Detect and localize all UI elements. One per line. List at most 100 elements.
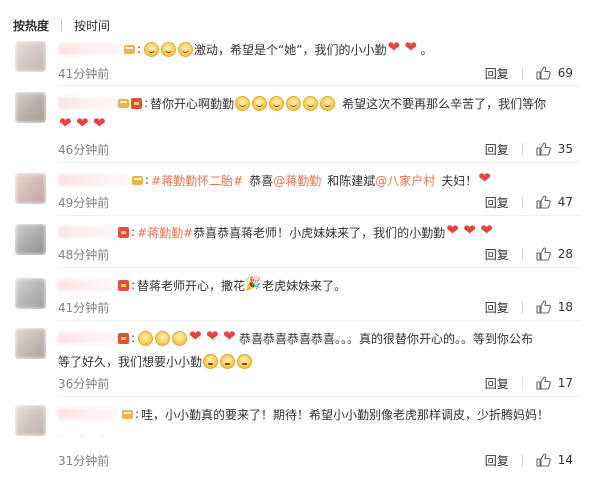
crying-emoji-icon: [138, 330, 154, 346]
comment-divider: [58, 396, 581, 397]
comment-divider: [58, 215, 581, 216]
thumbs-up-icon: [536, 142, 551, 156]
thinking-emoji-icon: [237, 353, 253, 369]
vip-badge-icon: [124, 44, 135, 54]
comment-text: 替蒋老师开心，撒花: [137, 278, 246, 293]
comment-text: 恭喜: [249, 173, 274, 188]
crying-emoji-icon: [172, 330, 188, 346]
comment-time: 41分钟前: [58, 66, 110, 81]
reply-button[interactable]: 回复: [485, 452, 509, 469]
comment-time: 41分钟前: [58, 300, 110, 315]
crying-emoji-icon: [252, 95, 268, 111]
vip-badge-icon: [118, 98, 129, 108]
crying-emoji-icon: [286, 95, 302, 111]
like-count: 14: [557, 453, 573, 467]
thumbs-up-icon: [536, 195, 551, 209]
like-count: 69: [557, 66, 573, 80]
fan-badge-icon: [118, 279, 129, 291]
crying-emoji-icon: [235, 95, 251, 111]
thumbs-up-icon: [536, 247, 551, 261]
thumbs-up-icon: [536, 300, 551, 314]
heart-emoji-icon: [76, 116, 91, 132]
reply-button[interactable]: 回复: [485, 246, 509, 263]
heart-emoji-icon: [223, 329, 238, 345]
heart-emoji-icon: [206, 329, 221, 345]
like-count: 47: [557, 195, 573, 209]
like-count: 35: [557, 142, 573, 156]
comment-text: 希望这次不要再那么辛苦了，我们等你: [342, 96, 547, 111]
username[interactable]: [58, 97, 114, 109]
username[interactable]: [58, 43, 120, 55]
like-button[interactable]: 18: [536, 300, 573, 314]
username[interactable]: [58, 226, 114, 238]
vip-badge-icon: [132, 175, 143, 185]
username[interactable]: [58, 332, 114, 344]
comment-text: 恭喜恭喜恭喜恭喜。。。真的很替你开心的。。等到你公布: [239, 331, 534, 346]
comment-time: 49分钟前: [58, 195, 110, 210]
like-count: 17: [557, 376, 573, 390]
username[interactable]: [58, 408, 118, 420]
heart-emoji-icon: [463, 223, 478, 239]
comment-text: 。: [420, 42, 433, 57]
tab-sort-by-time[interactable]: 按时间: [74, 17, 110, 34]
fan-badge-icon: [131, 97, 142, 109]
thumbs-up-icon: [536, 376, 551, 390]
reply-button[interactable]: 回复: [485, 65, 509, 82]
avatar[interactable]: [15, 278, 46, 309]
heart-emoji-icon: [387, 40, 402, 56]
reply-button[interactable]: 回复: [485, 299, 509, 316]
comment-text: 老虎妹妹来了。: [262, 278, 347, 293]
comment-text: 激动，希望是个“她”，我们的小小勤: [194, 42, 387, 57]
thinking-emoji-icon: [220, 353, 236, 369]
comment-time: 36分钟前: [58, 376, 110, 391]
heart-emoji-icon: [480, 223, 495, 239]
tab-sort-by-hot[interactable]: 按热度: [13, 17, 49, 34]
heart-emoji-icon: [446, 223, 461, 239]
like-button[interactable]: 28: [536, 247, 573, 261]
vip-badge-icon: [122, 409, 133, 419]
mention-link[interactable]: @蒋勤勤: [273, 172, 321, 189]
comment-divider: [58, 320, 581, 321]
like-button[interactable]: 17: [536, 376, 573, 390]
avatar[interactable]: [15, 41, 46, 72]
like-button[interactable]: 69: [536, 66, 573, 80]
like-count: 28: [557, 247, 573, 261]
decoration-dots: · · ·: [60, 432, 112, 440]
avatar[interactable]: [15, 224, 46, 255]
like-count: 18: [557, 300, 573, 314]
comment-text: 和陈建斌: [327, 173, 376, 188]
heart-emoji-icon: [59, 116, 74, 132]
like-button[interactable]: 47: [536, 195, 573, 209]
topic-tag[interactable]: #蒋勤勤#: [137, 224, 193, 241]
avatar[interactable]: [15, 405, 46, 436]
heart-emoji-icon: [189, 329, 204, 345]
comment-divider: [58, 267, 581, 268]
fan-badge-icon: [118, 332, 129, 344]
reply-button[interactable]: 回复: [485, 194, 509, 211]
reply-button[interactable]: 回复: [485, 375, 509, 392]
tab-divider: [61, 19, 63, 31]
crying-emoji-icon: [269, 95, 285, 111]
topic-tag[interactable]: #蒋勤勤怀二胎#: [151, 172, 243, 189]
avatar[interactable]: [15, 328, 46, 359]
heart-emoji-icon: [93, 116, 108, 132]
username[interactable]: [58, 279, 114, 291]
avatar[interactable]: [15, 92, 46, 123]
mention-link[interactable]: @八家户村: [375, 172, 435, 189]
crying-emoji-icon: [178, 41, 194, 57]
heart-emoji-icon: [478, 171, 493, 187]
comment-text: 替你开心啊勤勤: [150, 96, 235, 111]
username[interactable]: [58, 174, 128, 186]
comment-divider: [58, 85, 581, 86]
crying-emoji-icon: [144, 41, 160, 57]
crying-emoji-icon: [320, 95, 336, 111]
comment-text: 夫妇！: [441, 173, 478, 188]
avatar[interactable]: [15, 173, 46, 204]
reply-button[interactable]: 回复: [485, 141, 509, 158]
sort-tabs: 按热度 按时间: [13, 16, 110, 34]
comment-time: 46分钟前: [58, 142, 110, 157]
like-button[interactable]: 35: [536, 142, 573, 156]
comment-text: 等了好久，我们想要小小勤: [58, 354, 203, 369]
comment-time: 31分钟前: [58, 453, 110, 468]
like-button[interactable]: 14: [536, 453, 573, 467]
